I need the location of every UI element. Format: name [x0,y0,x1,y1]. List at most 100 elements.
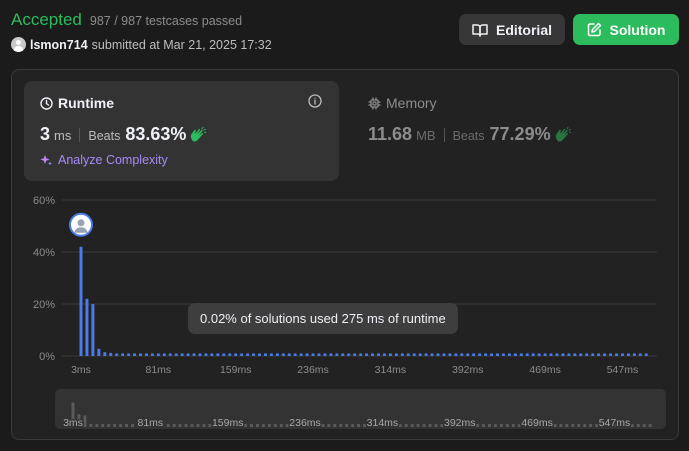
chart-bar [281,353,285,356]
chart-bar [400,353,404,356]
overview-bar [351,424,355,427]
overview-bar [583,424,587,427]
overview-bar [131,424,134,427]
chart-bar [198,353,202,356]
overview-x-tick-label: 469ms [521,417,553,429]
x-tick-label: 3ms [71,364,91,376]
overview-bar [184,424,188,427]
overview-bar [357,424,361,427]
overview-x-tick-label: 81ms [138,417,164,429]
chart-bar [323,353,327,356]
overview-bar [577,424,581,427]
chart-bar [186,353,190,356]
overview-bar [321,424,325,427]
overview-bar [493,424,497,427]
overview-bar [339,424,343,427]
chart-bar [263,353,267,356]
chart-bar [287,353,291,356]
overview-bar [565,424,569,427]
overview-bar [273,424,277,427]
chart-bar [216,353,220,356]
overview-bar [119,424,123,427]
chart-bar [180,353,184,356]
overview-bar [250,424,253,427]
runtime-distribution-chart[interactable]: 60% 40% 20% 0% 3ms 81ms 159ms 236ms 314ms 392ms 46… [0,0,689,451]
chart-bar [466,353,470,356]
overview-bar [595,424,599,427]
x-tick-label: 236ms [297,364,329,376]
chart-bar [204,353,208,356]
overview-bar [107,424,111,427]
overview-bar [95,424,99,427]
overview-x-tick-label: 392ms [444,417,476,429]
chart-bar [632,353,636,356]
overview-bar [648,424,652,427]
chart-bar [394,353,398,356]
overview-bar [83,415,87,427]
chart-bar [531,353,535,356]
chart-bar [341,353,345,356]
chart-bar [115,353,119,356]
chart-bar [591,353,595,356]
chart-bar [210,353,214,356]
chart-bar [454,353,458,356]
overview-bar [261,424,265,427]
overview-bar [172,424,176,427]
chart-bar [418,353,422,356]
chart-bar [644,353,648,356]
chart-bar [275,353,279,356]
user-avatar-head [77,219,85,227]
overview-bar [267,424,271,427]
chart-bar [442,353,446,356]
overview-bar [482,424,486,427]
chart-bar [424,353,428,356]
overview-x-tick-label: 314ms [367,417,399,429]
overview-bar [434,424,438,427]
overview-bar [517,424,521,427]
chart-bar [121,353,125,356]
overview-bar [440,424,444,427]
overview-bar [113,424,117,427]
overview-bar [559,424,563,427]
overview-bar [571,424,575,427]
chart-bar [567,353,571,356]
chart-bar [448,353,452,356]
chart-bar [109,352,113,356]
overview-bar [333,424,337,427]
chart-bar [97,348,101,356]
x-tick-label: 314ms [375,364,407,376]
chart-bar [626,353,630,356]
overview-bar [553,424,557,427]
overview-x-tick-label: 159ms [212,417,244,429]
chart-bar [258,353,261,356]
chart-bar [192,353,196,356]
chart-bar [299,353,303,356]
chart-bar [168,353,172,356]
chart-bar [269,353,273,356]
chart-bar [412,353,416,356]
chart-bar [537,353,541,356]
chart-bar [133,353,137,356]
chart-bar [79,246,83,356]
chart-bar [555,353,559,356]
overview-bar [428,424,432,427]
y-tick-label: 40% [33,247,55,259]
chart-bar [543,353,547,356]
overview-bar [345,424,349,427]
overview-bar [398,424,402,427]
chart-bar [490,353,494,356]
overview-x-tick-label: 236ms [289,417,321,429]
chart-bar [579,353,583,356]
y-tick-label: 0% [39,351,55,363]
chart-bar [329,353,333,356]
overview-bar [476,424,480,427]
chart-bar [353,353,357,356]
overview-bar [202,424,206,427]
chart-bar [222,353,226,356]
chart-bar [162,353,166,356]
overview-bar [279,424,283,427]
chart-tooltip: 0.02% of solutions used 275 ms of runtim… [188,303,458,334]
chart-bar [240,353,244,356]
chart-bar [347,353,351,356]
chart-bar [609,353,613,356]
